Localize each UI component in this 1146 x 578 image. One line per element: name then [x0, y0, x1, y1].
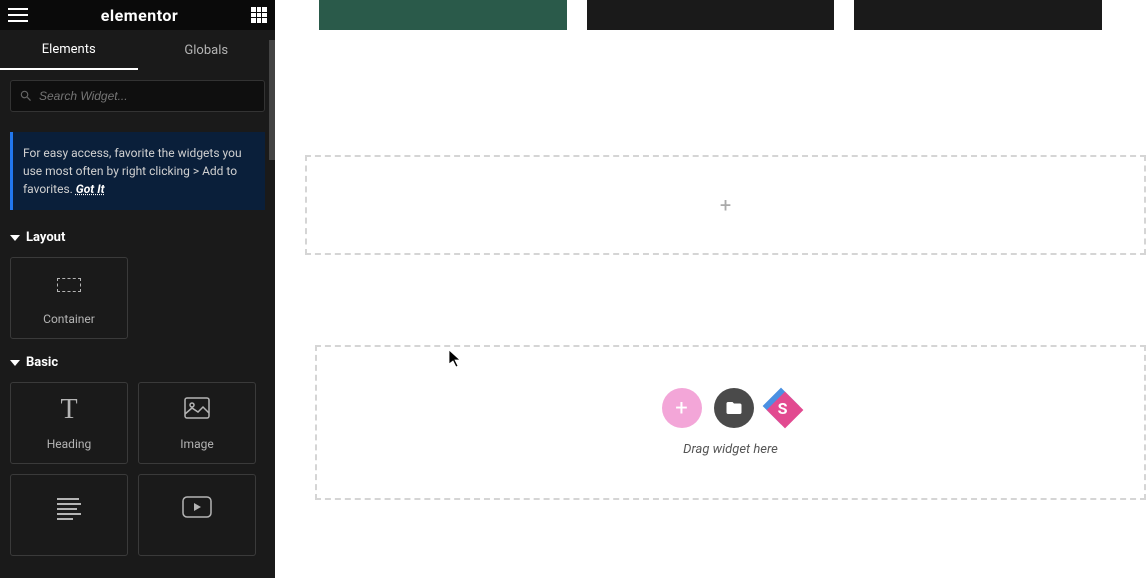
tip-text: For easy access, favorite the widgets yo…	[23, 146, 242, 196]
hamburger-icon[interactable]	[8, 8, 28, 22]
category-basic: Basic T Heading Image	[10, 355, 265, 556]
container-icon	[57, 278, 81, 292]
caret-down-icon	[10, 235, 20, 241]
drop-actions: + S	[662, 388, 800, 428]
widget-heading[interactable]: T Heading	[10, 382, 128, 464]
widget-video[interactable]	[138, 474, 256, 556]
image-icon	[184, 397, 210, 423]
widget-text-editor[interactable]	[10, 474, 128, 556]
drop-zone[interactable]: + S Drag widget here	[315, 345, 1146, 500]
widget-image[interactable]: Image	[138, 382, 256, 464]
starter-sites-button[interactable]: S	[766, 391, 800, 425]
text-editor-icon	[57, 498, 81, 520]
widget-label: Container	[43, 312, 95, 326]
template-library-button[interactable]	[714, 388, 754, 428]
add-section-plus-icon[interactable]: +	[720, 193, 731, 217]
image-row	[275, 0, 1146, 40]
tip-box: For easy access, favorite the widgets yo…	[10, 132, 265, 210]
tab-globals[interactable]: Globals	[138, 30, 276, 70]
canvas-image[interactable]	[319, 0, 567, 30]
canvas-image[interactable]	[854, 0, 1102, 30]
add-section-zone[interactable]: +	[305, 155, 1146, 255]
widget-label: Image	[180, 437, 213, 451]
tab-elements[interactable]: Elements	[0, 30, 138, 70]
canvas-image[interactable]	[587, 0, 835, 30]
caret-down-icon	[10, 360, 20, 366]
category-header-layout[interactable]: Layout	[10, 230, 265, 245]
canvas[interactable]: + + S Drag widget here	[275, 0, 1146, 578]
plus-icon: +	[675, 396, 687, 421]
category-layout: Layout Container	[10, 230, 265, 339]
panel-tabs: Elements Globals	[0, 30, 275, 70]
tip-got-it-button[interactable]: Got It	[76, 182, 105, 196]
logo: elementor	[101, 6, 179, 25]
widget-label: Heading	[47, 437, 92, 451]
sidebar: elementor Elements Globals For easy acce…	[0, 0, 275, 578]
search-input[interactable]	[39, 89, 256, 103]
add-widget-button[interactable]: +	[662, 388, 702, 428]
category-header-basic[interactable]: Basic	[10, 355, 265, 370]
search-box	[10, 80, 265, 112]
search-icon	[19, 89, 33, 103]
drop-zone-hint: Drag widget here	[683, 442, 778, 457]
category-title: Basic	[26, 355, 58, 370]
widget-container[interactable]: Container	[10, 257, 128, 339]
apps-grid-icon[interactable]	[251, 7, 267, 23]
video-icon	[182, 496, 212, 522]
sidebar-header: elementor	[0, 0, 275, 30]
heading-icon: T	[60, 394, 77, 426]
sidebar-content: For easy access, favorite the widgets yo…	[0, 70, 275, 578]
category-title: Layout	[26, 230, 65, 245]
folder-icon	[725, 399, 743, 417]
